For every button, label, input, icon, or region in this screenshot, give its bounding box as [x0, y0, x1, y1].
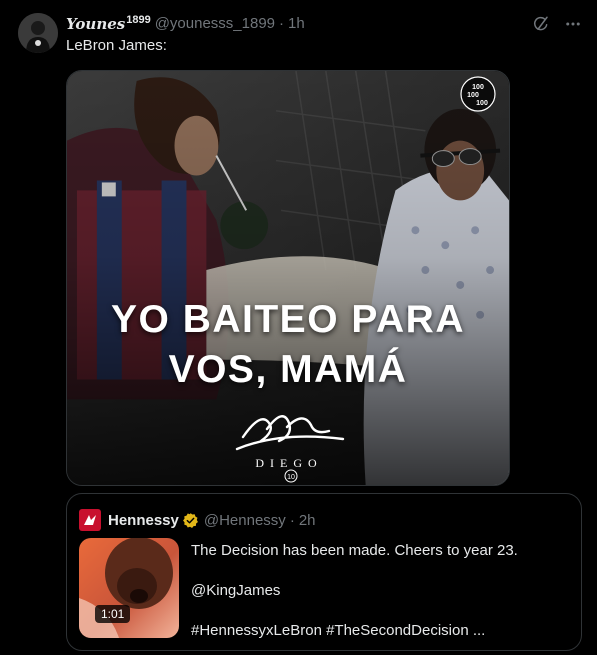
- media-caption-line1: YO BAITEO PARA: [111, 298, 465, 341]
- quoted-tweet-text: The Decision has been made. Cheers to ye…: [191, 541, 518, 641]
- hennessy-logo-icon[interactable]: [79, 509, 101, 531]
- tweet-text: LeBron James:: [66, 37, 167, 54]
- timestamp[interactable]: 1h: [288, 15, 305, 32]
- quoted-video-thumbnail[interactable]: 1:01: [79, 538, 179, 638]
- tweet-media-image[interactable]: 100 100 100 YO BAITEO PARA VOS, MAMÁ DIE…: [66, 70, 510, 486]
- avatar[interactable]: [18, 13, 58, 53]
- signature-text: DIEGO: [255, 456, 322, 470]
- quoted-tweet[interactable]: Hennessy @Hennessy · 2h 1:01 The Decisio…: [66, 493, 582, 651]
- more-icon[interactable]: [563, 14, 583, 34]
- quoted-timestamp[interactable]: 2h: [299, 512, 316, 529]
- quoted-display-name[interactable]: Hennessy: [108, 512, 179, 529]
- quoted-handle[interactable]: @Hennessy: [204, 512, 286, 529]
- svg-text:100: 100: [476, 100, 488, 107]
- separator-dot: ·: [279, 14, 285, 32]
- tweet-actions-top: [531, 14, 583, 34]
- verified-icon: [182, 512, 198, 528]
- quoted-tweet-header: Hennessy @Hennessy · 2h: [79, 509, 316, 531]
- media-caption: YO BAITEO PARA VOS, MAMÁ: [67, 295, 509, 395]
- svg-text:100: 100: [472, 84, 484, 91]
- quoted-text-hashtags[interactable]: #HennessyxLeBron #TheSecondDecision ...: [191, 621, 518, 641]
- display-name-suffix: 1899: [126, 13, 151, 26]
- grok-icon[interactable]: [531, 14, 551, 34]
- handle[interactable]: @younesss_1899: [155, 15, 275, 32]
- signature-number: 10: [287, 474, 295, 481]
- quoted-separator-dot: ·: [289, 511, 295, 529]
- media-caption-line2: VOS, MAMÁ: [168, 348, 408, 391]
- quoted-text-line1: The Decision has been made. Cheers to ye…: [191, 542, 518, 559]
- display-name[interactable]: Younes1899: [66, 14, 151, 33]
- video-duration-badge: 1:01: [95, 605, 131, 623]
- tweet-header: Younes1899 @younesss_1899 · 1h: [66, 13, 305, 33]
- svg-text:100: 100: [467, 92, 479, 99]
- tweet[interactable]: Younes1899 @younesss_1899 · 1h LeBron Ja…: [0, 0, 597, 655]
- quoted-text-mention[interactable]: @KingJames: [191, 581, 518, 601]
- signature-graphic: DIEGO 10: [235, 415, 345, 483]
- media-watermark-logo: 100 100 100: [460, 76, 496, 112]
